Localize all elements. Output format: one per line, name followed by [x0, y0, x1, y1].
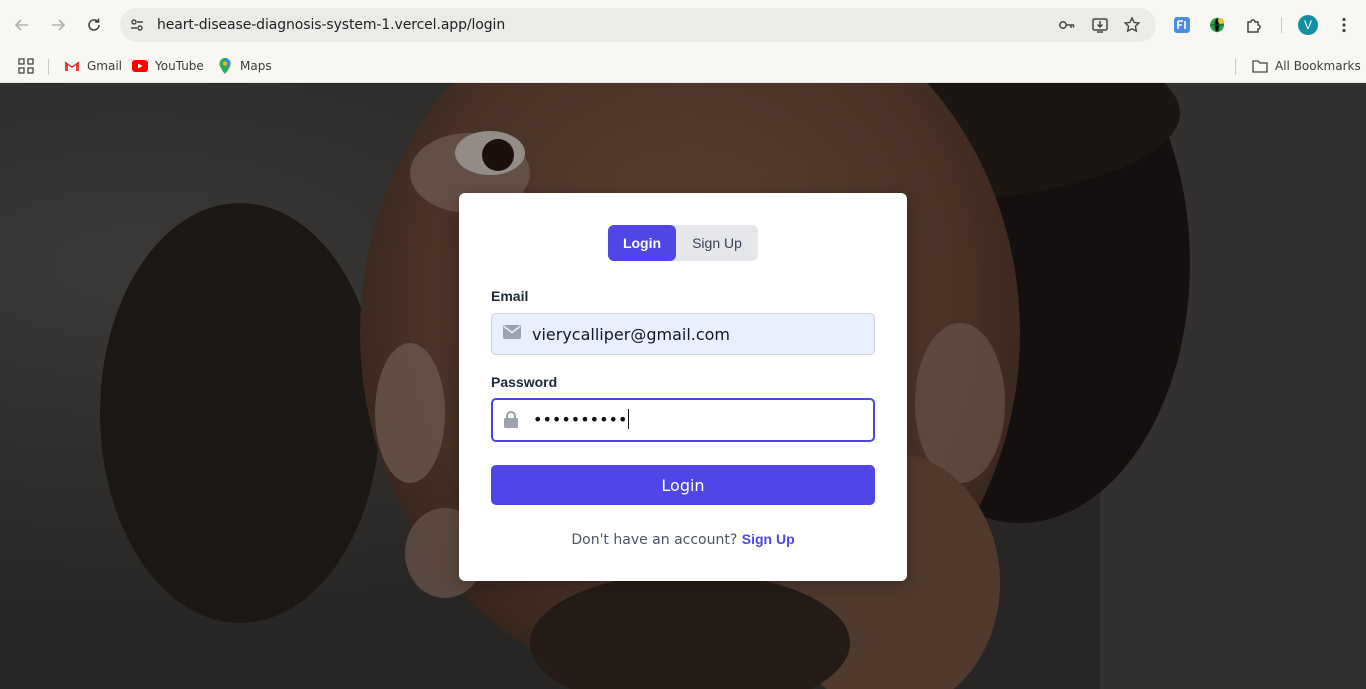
bookmark-youtube[interactable]: YouTube — [132, 55, 204, 77]
auth-tabs: Login Sign Up — [608, 225, 758, 261]
apps-button[interactable] — [18, 55, 41, 77]
email-field[interactable] — [532, 319, 862, 349]
youtube-icon — [132, 58, 148, 74]
tab-signup[interactable]: Sign Up — [676, 225, 758, 261]
star-icon[interactable] — [1123, 16, 1141, 34]
email-field-wrapper — [491, 313, 875, 355]
apps-grid-icon — [18, 58, 34, 74]
toolbar-divider — [1281, 17, 1282, 33]
reload-button[interactable] — [80, 11, 108, 39]
signup-prompt: Don't have an account? Sign Up — [459, 531, 907, 548]
bookmark-maps[interactable]: Maps — [217, 55, 272, 77]
login-button[interactable]: Login — [491, 465, 875, 505]
tune-icon[interactable] — [128, 16, 146, 34]
bookmark-gmail[interactable]: Gmail — [64, 55, 122, 77]
reload-icon — [88, 18, 100, 31]
arrow-right-icon — [52, 19, 66, 31]
envelope-icon — [503, 325, 521, 343]
back-button[interactable] — [8, 11, 36, 39]
lock-icon — [504, 411, 522, 429]
all-bookmarks-button[interactable]: All Bookmarks — [1252, 55, 1361, 77]
kebab-menu-icon[interactable] — [1334, 15, 1354, 35]
password-value: •••••••••• — [533, 409, 630, 429]
bookmark-divider — [48, 59, 49, 75]
key-icon[interactable] — [1058, 16, 1076, 34]
all-bookmarks-label: All Bookmarks — [1275, 59, 1361, 73]
install-app-icon[interactable] — [1091, 16, 1109, 34]
bookmark-label: YouTube — [155, 59, 204, 73]
signup-link[interactable]: Sign Up — [742, 531, 795, 547]
login-card: Login Sign Up Email Password •••••••••• … — [459, 193, 907, 581]
url-text[interactable]: heart-disease-diagnosis-system-1.vercel.… — [157, 17, 505, 33]
email-label: Email — [491, 288, 529, 304]
extension-globe-icon[interactable] — [1207, 15, 1227, 35]
bookmarks-bar: Gmail YouTube Maps All Bookmarks — [0, 50, 1366, 83]
address-bar[interactable]: heart-disease-diagnosis-system-1.vercel.… — [120, 8, 1156, 42]
browser-toolbar: heart-disease-diagnosis-system-1.vercel.… — [0, 0, 1366, 50]
arrow-left-icon — [14, 19, 28, 31]
page-background: Login Sign Up Email Password •••••••••• … — [0, 83, 1366, 689]
puzzle-icon[interactable] — [1244, 15, 1264, 35]
forward-button[interactable] — [44, 11, 72, 39]
maps-icon — [217, 58, 233, 74]
folder-icon — [1252, 58, 1268, 74]
extension-fi-icon[interactable] — [1172, 15, 1192, 35]
text-caret — [628, 409, 630, 429]
gmail-icon — [64, 58, 80, 74]
signup-prompt-text: Don't have an account? — [571, 532, 738, 548]
password-label: Password — [491, 374, 558, 390]
bookmark-label: Gmail — [87, 59, 123, 73]
tab-login[interactable]: Login — [608, 225, 676, 261]
profile-avatar[interactable]: V — [1298, 15, 1318, 35]
password-field[interactable]: •••••••••• — [491, 398, 875, 442]
bookmark-divider — [1235, 59, 1236, 75]
bookmark-label: Maps — [240, 59, 272, 73]
